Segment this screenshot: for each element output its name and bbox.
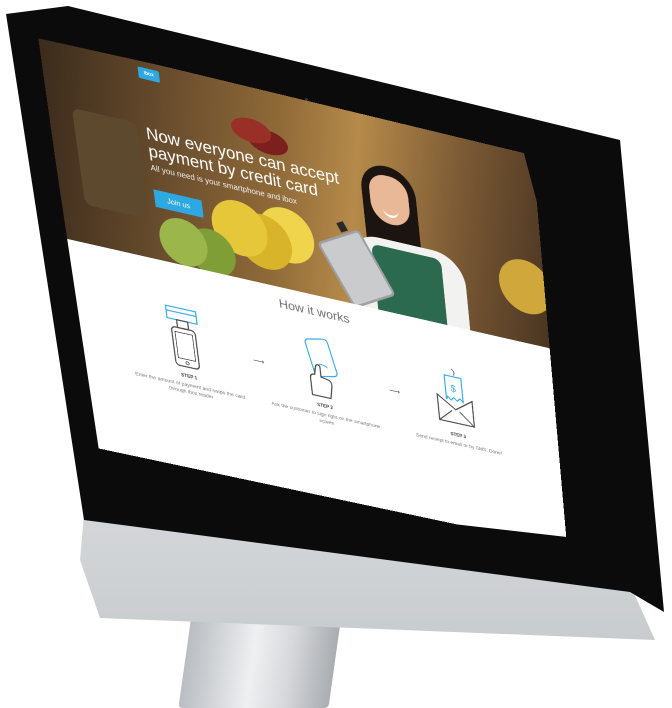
fruit-bg bbox=[208, 194, 270, 262]
step-1: STEP 1 Enter the amount of payment and s… bbox=[121, 294, 250, 409]
logo[interactable]: ibox bbox=[137, 66, 160, 83]
step-2: STEP 2 Ask the customer to sign right on… bbox=[259, 325, 385, 439]
market-stall-bg bbox=[72, 108, 150, 220]
fruit-bg-3 bbox=[497, 254, 550, 320]
join-us-button[interactable]: Join us bbox=[153, 189, 203, 218]
card-reader bbox=[336, 221, 348, 232]
step-3: $ STEP 3 Send receipt to email or by SMS… bbox=[394, 355, 515, 460]
flowers-bg bbox=[230, 114, 273, 148]
